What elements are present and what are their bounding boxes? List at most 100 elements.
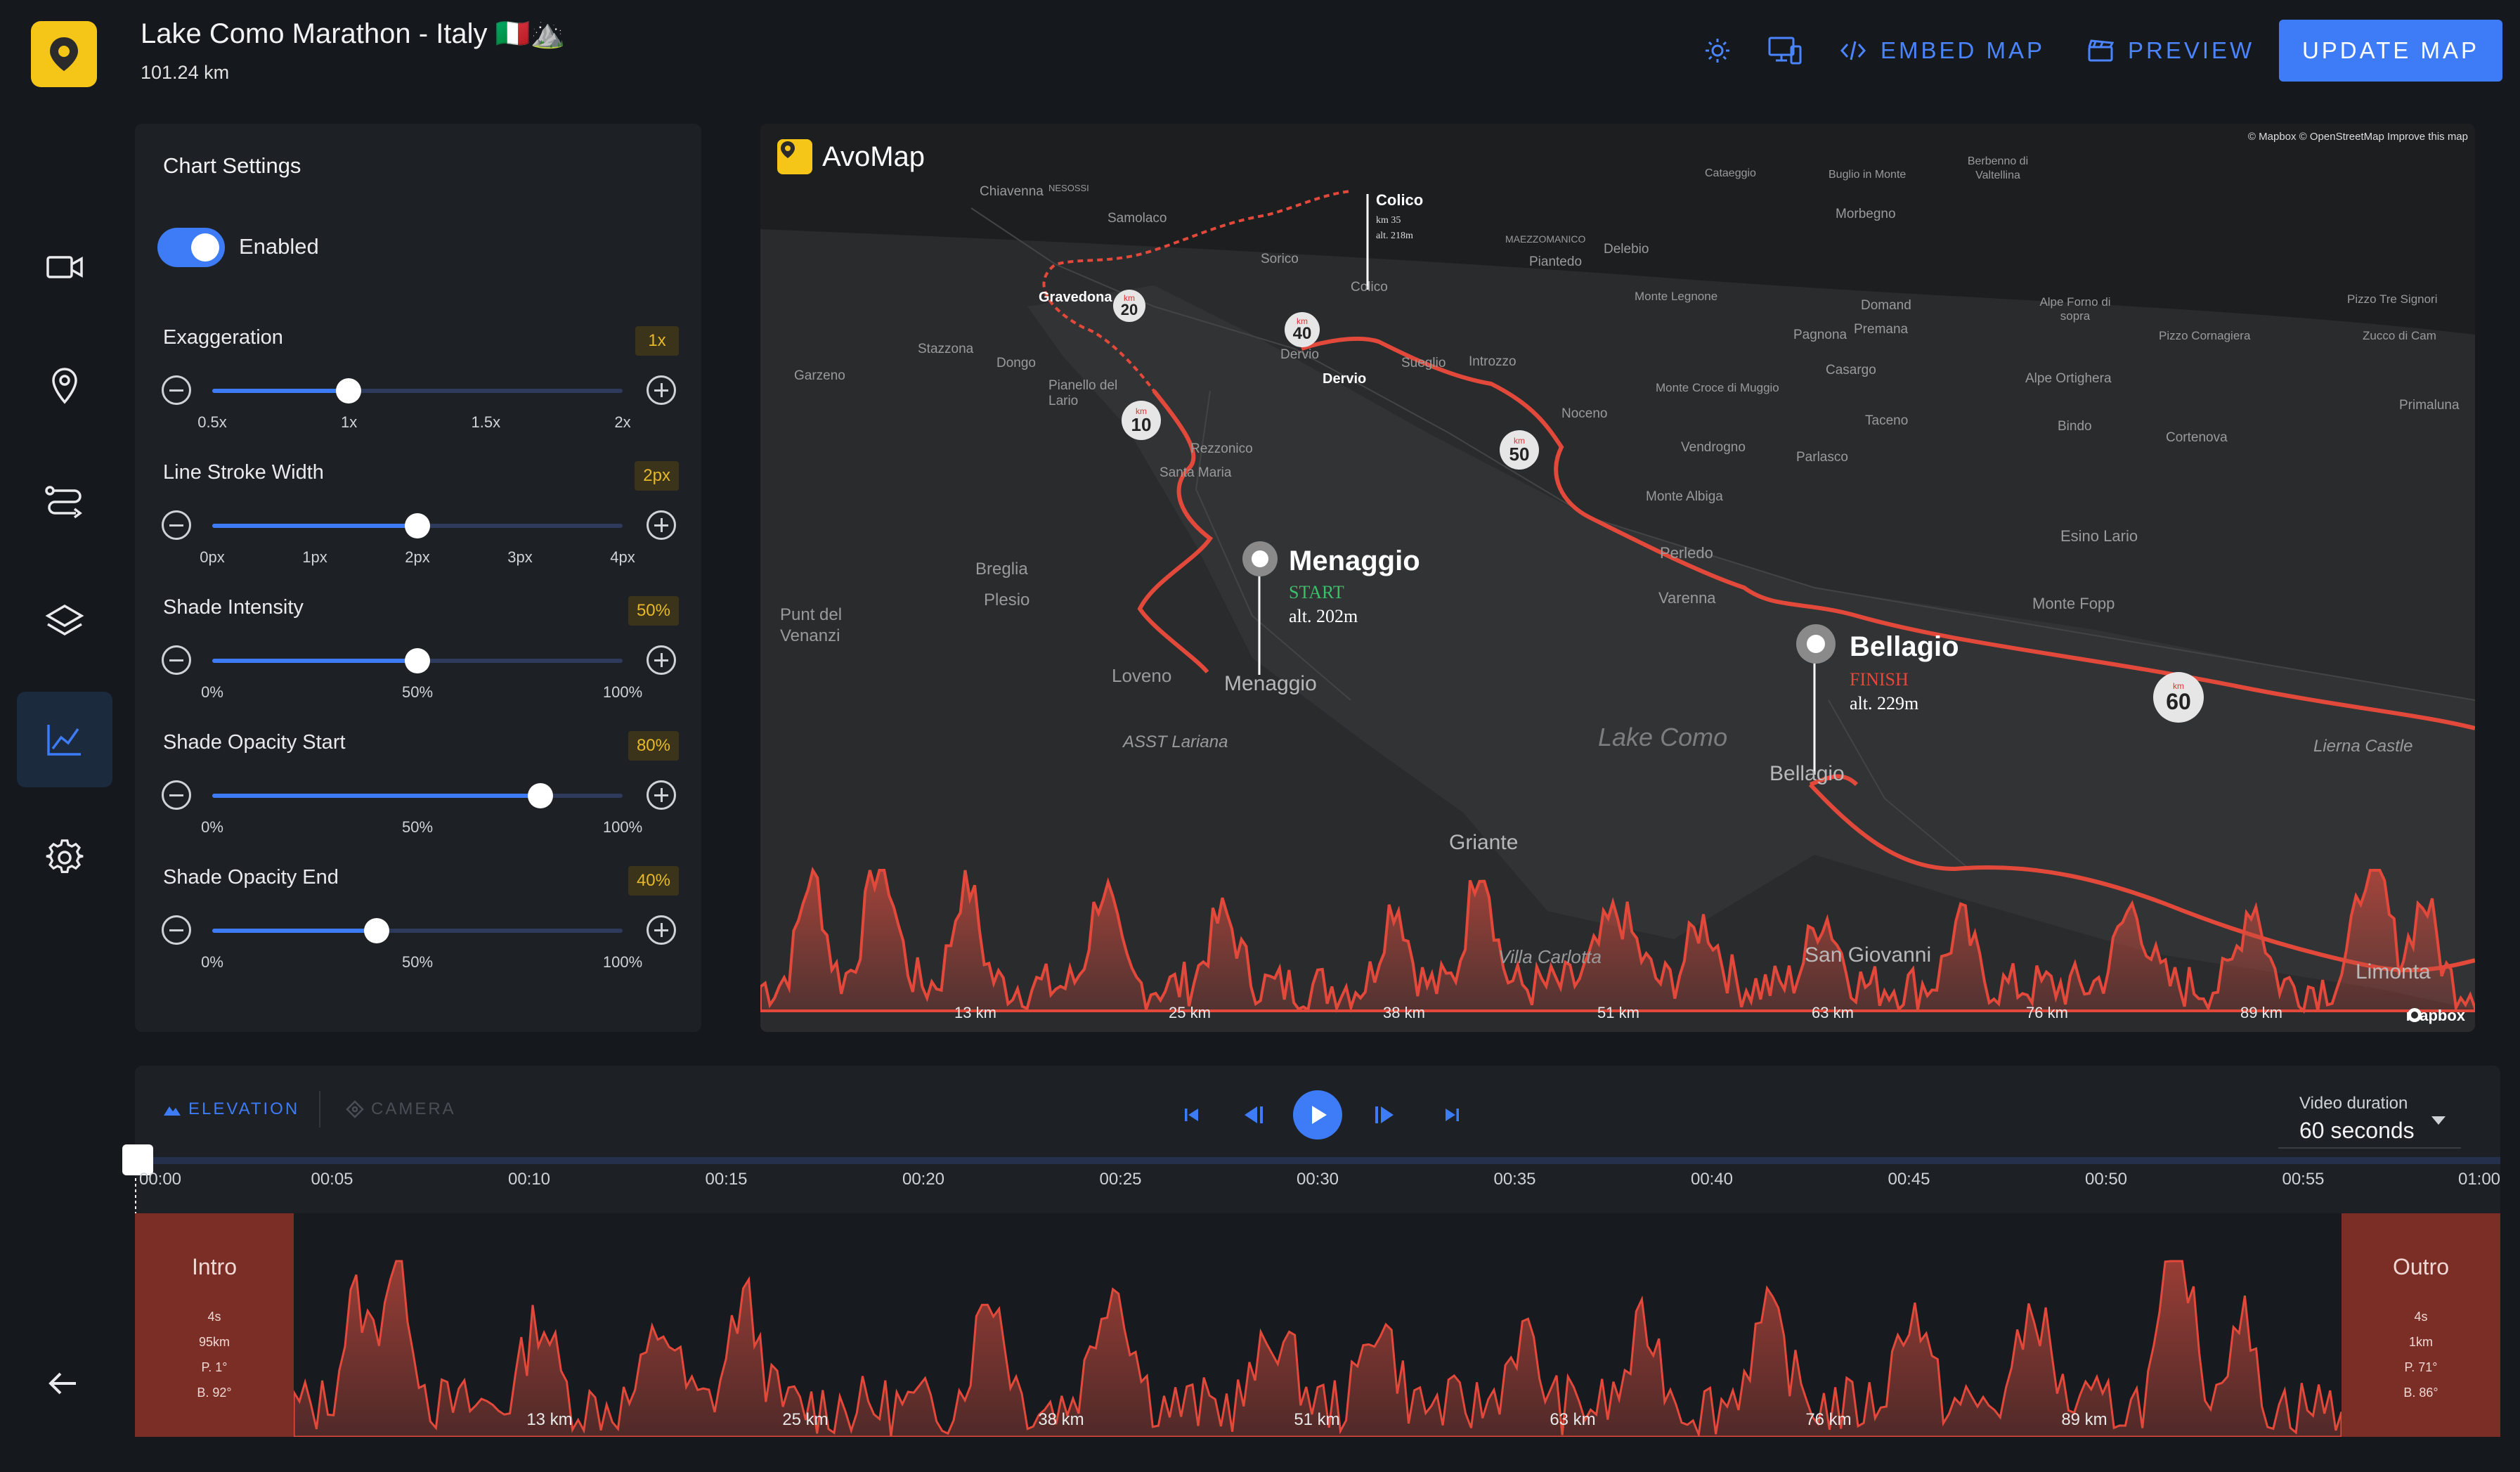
tab-camera[interactable]: CAMERA [346,1099,456,1119]
slider-knob[interactable] [363,918,389,943]
decrease-button[interactable] [162,780,191,810]
update-map-button[interactable]: UPDATE MAP [2279,20,2502,82]
elevation-timeline[interactable]: Intro 4s 95km P. 1° B. 92° Outro 4s 1km … [135,1213,2500,1437]
sidebar-item-settings[interactable] [17,810,112,905]
map-attribution[interactable]: © Mapbox © OpenStreetMap Improve this ma… [2248,131,2468,143]
sidebar-item-route[interactable] [17,456,112,551]
place-label: Morbegno [1836,207,1896,221]
place-label: Chiavenna [980,184,1044,199]
place-label: Plesio [984,590,1030,609]
colico-km: km 35 [1376,215,1401,226]
decrease-button[interactable] [162,645,191,675]
embed-map-label: EMBED MAP [1881,37,2046,63]
step-back-button[interactable] [1235,1095,1275,1135]
preview-button[interactable]: PREVIEW [2087,28,2254,73]
increase-button[interactable] [647,780,676,810]
slider-knob[interactable] [528,783,554,808]
step-forward-icon [1375,1106,1394,1123]
sidebar-item-location[interactable] [17,337,112,433]
setting-slider[interactable] [212,513,623,538]
setting-slider[interactable] [212,378,623,403]
brand-label: AvoMap [822,141,925,172]
mapbox-logo[interactable]: mapbox [2406,1007,2465,1025]
decrease-button[interactable] [162,510,191,540]
sun-icon[interactable] [1699,32,1736,69]
increase-button[interactable] [647,510,676,540]
skip-to-start-button[interactable] [1172,1095,1212,1135]
play-icon [1312,1106,1327,1124]
setting-slider[interactable] [212,918,623,943]
elevation-tick-label: 51 km [1597,1004,1639,1021]
place-label: Dongo [996,356,1036,370]
setting-1: Line Stroke Width 2px 0px 1px 2px 3px 4px [135,461,701,567]
map-view[interactable]: AvoMap © Mapbox © OpenStreetMap Improve … [760,124,2475,1032]
skip-to-end-button[interactable] [1432,1095,1472,1135]
sidebar-item-video[interactable] [17,219,112,315]
outro-segment[interactable]: Outro 4s 1km P. 71° B. 86° [2342,1213,2500,1437]
back-button[interactable] [42,1368,84,1399]
place-label: Perledo [1660,544,1713,562]
intro-details: 4s 95km P. 1° B. 92° [197,1310,232,1400]
finish-title: Bellagio [1850,631,1959,662]
step-forward-button[interactable] [1363,1095,1403,1135]
place-label: Breglia [975,560,1028,579]
skip-start-icon [1185,1109,1198,1121]
slider-knob[interactable] [405,648,430,673]
setting-slider[interactable] [212,783,623,808]
video-duration-select[interactable]: Video duration 60 seconds [2278,1078,2461,1149]
increase-button[interactable] [647,915,676,945]
place-label: Alpe Ortighera [2025,371,2112,386]
sidebar-item-layers[interactable] [17,574,112,669]
place-label: Varenna [1658,589,1716,607]
setting-value-badge: 50% [628,596,679,626]
colico-alt: alt. 218m [1376,231,1413,241]
play-button[interactable] [1293,1090,1342,1139]
setting-value-badge: 40% [628,866,679,896]
slider-knob[interactable] [405,513,430,538]
elevation-tick-label: 13 km [954,1004,996,1021]
line-chart-icon [47,725,81,756]
decrease-button[interactable] [162,375,191,405]
timeline-km-label: 13 km [526,1410,573,1429]
place-label: Griante [1449,831,1519,854]
clapperboard-icon [2088,39,2114,62]
elevation-tick-label: 25 km [1169,1004,1211,1021]
setting-slider[interactable] [212,648,623,673]
sidebar-item-chart[interactable] [17,692,112,787]
slider-knob[interactable] [336,378,362,403]
slider-tick-label: 0% [201,953,223,971]
setting-value-badge: 2px [635,461,679,491]
time-tick-label: 00:30 [1296,1170,1339,1189]
place-label: Noceno [1561,406,1608,421]
map-pin-icon [52,368,77,404]
time-tick-label: 01:00 [2457,1170,2501,1189]
devices-icon[interactable] [1767,32,1803,69]
video-duration-value: 60 seconds [2299,1118,2415,1143]
place-label: Monte Fopp [2032,595,2115,612]
gear-icon [46,839,84,873]
place-label: Sorico [1261,252,1299,266]
enabled-toggle[interactable] [157,228,225,267]
timeline-km-label: 63 km [1550,1410,1596,1429]
increase-button[interactable] [647,645,676,675]
avomap-logo-icon[interactable] [31,21,97,87]
decrease-button[interactable] [162,915,191,945]
increase-button[interactable] [647,375,676,405]
tab-elevation[interactable]: ELEVATION [163,1099,299,1119]
route-icon [45,486,82,519]
start-pin-icon[interactable] [1242,541,1278,576]
km-marker: km 50 [1500,430,1539,470]
intro-segment[interactable]: Intro 4s 95km P. 1° B. 92° [135,1213,294,1437]
place-label: Esino Lario [2060,527,2138,545]
embed-map-button[interactable]: EMBED MAP [1840,28,2045,73]
start-alt: alt. 202m [1289,606,1358,626]
tab-divider [319,1091,320,1128]
time-tick-label: 00:45 [1888,1170,1930,1189]
place-label: Buglio in Monte [1829,169,1907,181]
place-label: Lierna Castle [2313,737,2413,756]
finish-pin-icon[interactable] [1796,624,1836,664]
scrubber-track[interactable] [135,1157,2500,1164]
place-label: Alpe Forno di sopra [2039,295,2111,323]
place-label: Premana [1854,322,1909,337]
elevation-tick-label: 38 km [1383,1004,1425,1021]
